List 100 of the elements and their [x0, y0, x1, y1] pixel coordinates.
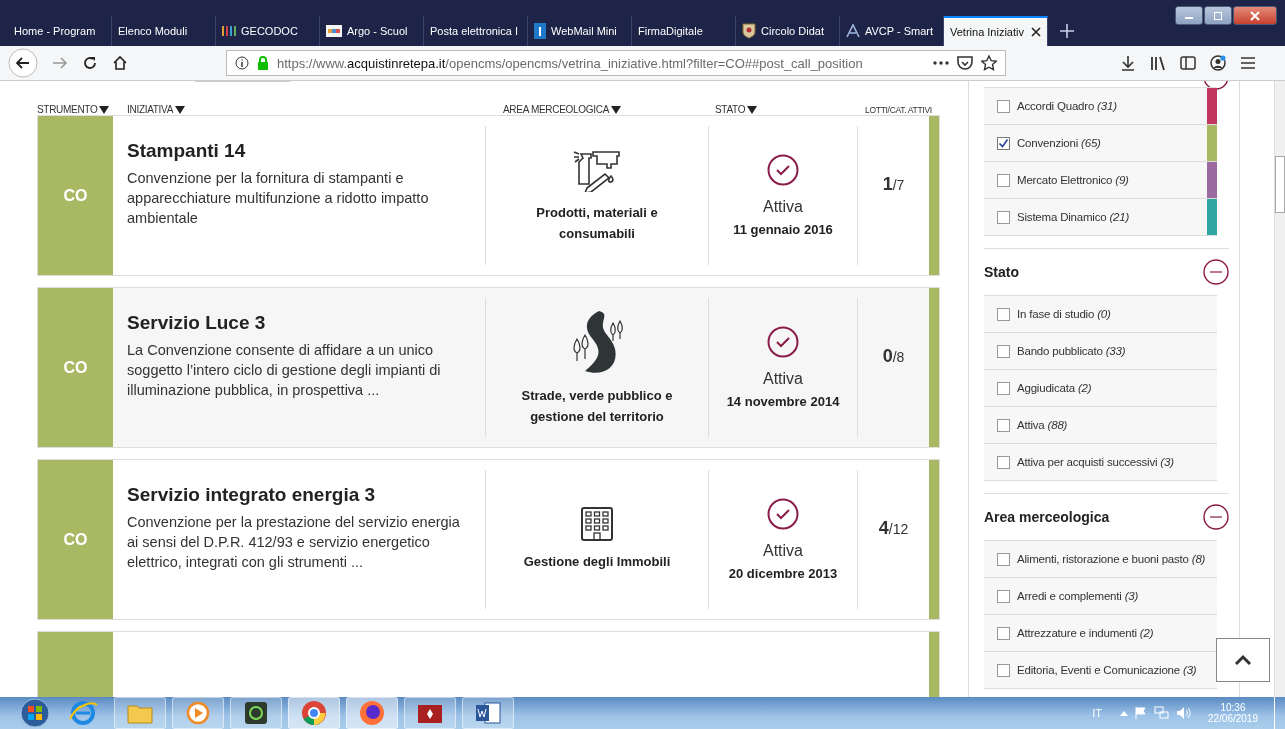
- checkbox[interactable]: [997, 455, 1010, 469]
- column-header[interactable]: STRUMENTO: [37, 104, 127, 115]
- status-label: Attiva: [763, 370, 803, 388]
- collapse-icon[interactable]: [1203, 259, 1229, 285]
- checkbox[interactable]: [997, 99, 1010, 113]
- back-to-top-button[interactable]: [1216, 638, 1270, 682]
- checkbox[interactable]: [997, 210, 1010, 224]
- download-icon[interactable]: [1120, 55, 1136, 71]
- filter-label: Convenzioni (65): [1017, 136, 1102, 151]
- forward-icon[interactable]: [52, 56, 68, 70]
- status-date: 20 dicembre 2013: [728, 566, 838, 581]
- url-text: https://www.acquistinretepa.it/opencms/opencms/vetrina_iniziative.html?filter=CO##post_call_position: [277, 55, 863, 71]
- sort-arrow-icon[interactable]: [611, 105, 622, 114]
- folder-icon: [127, 702, 153, 724]
- filter-option[interactable]: Aggiudicata (2): [984, 369, 1217, 406]
- checkbox[interactable]: [997, 626, 1010, 640]
- initiative-description: Convenzione per la prestazione del servizio energia ai sensi del D.P.R. 412/93 e servizio energetico elettrico, integrati con gli strumenti ...: [127, 513, 461, 572]
- sort-arrow-icon[interactable]: [175, 105, 186, 114]
- filter-option[interactable]: Editoria, Eventi e Comunicazione (3): [984, 651, 1217, 689]
- round-browser-icon: [301, 700, 327, 726]
- category-name: Gestione degli Immobili: [522, 553, 672, 571]
- initiative-title[interactable]: Servizio Luce 3: [127, 312, 467, 334]
- filter-option[interactable]: Convenzioni (65): [984, 124, 1217, 161]
- filter-option[interactable]: In fase di studio (0): [984, 295, 1217, 332]
- start-button-icon[interactable]: [18, 698, 52, 728]
- account-icon[interactable]: [1210, 55, 1226, 71]
- speaker-icon[interactable]: [1175, 706, 1192, 720]
- reload-icon[interactable]: [82, 55, 98, 71]
- checkbox[interactable]: [997, 173, 1010, 187]
- filter-option[interactable]: Sistema Dinamico (21): [984, 198, 1217, 236]
- checkbox[interactable]: [997, 307, 1010, 321]
- filter-label: Aggiudicata (2): [1017, 381, 1093, 396]
- back-icon[interactable]: [8, 48, 38, 78]
- taskbar-button[interactable]: [230, 697, 282, 729]
- checkbox[interactable]: [997, 381, 1010, 395]
- filter-option[interactable]: Alimenti, ristorazione e buoni pasto (8): [984, 540, 1217, 577]
- sort-arrow-icon[interactable]: [99, 105, 110, 114]
- filter-section-title: Area merceologica: [984, 509, 1110, 525]
- column-header[interactable]: INIZIATIVA: [127, 104, 503, 115]
- initiative-description: Convenzione per la fornitura di stampanti e apparecchiature multifunzione a ridotto impatto ambientale: [127, 169, 430, 228]
- checkbox[interactable]: [997, 589, 1010, 603]
- taskbar-button[interactable]: [346, 697, 398, 729]
- flag-icon[interactable]: [1133, 706, 1148, 720]
- address-bar[interactable]: https://www.acquistinretepa.it/opencms/opencms/vetrina_iniziative.html?filter=CO##post_call_position: [226, 50, 1006, 76]
- menu-icon[interactable]: [1240, 56, 1256, 70]
- initiative-card[interactable]: [37, 287, 940, 448]
- check-circle-icon: [767, 498, 799, 530]
- sidebar-icon[interactable]: [1180, 56, 1196, 70]
- active-lots-count: 4/12: [877, 517, 910, 540]
- taskbar-button[interactable]: [462, 697, 514, 729]
- lock-icon: [257, 56, 269, 70]
- status-label: Attiva: [763, 542, 803, 560]
- filter-label: Sistema Dinamico (21): [1017, 210, 1131, 225]
- column-header[interactable]: AREA MERCEOLOGICA: [503, 104, 715, 115]
- checkbox[interactable]: [997, 418, 1010, 432]
- checkbox[interactable]: [997, 344, 1010, 358]
- filter-option[interactable]: Attiva per acquisti successivi (3): [984, 443, 1217, 481]
- filter-label: Attiva (88): [1017, 418, 1069, 433]
- star-icon[interactable]: [981, 55, 997, 71]
- filter-label: Editoria, Eventi e Comunicazione (3): [1017, 663, 1198, 678]
- collapse-icon[interactable]: [1203, 504, 1229, 530]
- maximize-icon: [1213, 10, 1223, 21]
- checkbox[interactable]: [997, 136, 1010, 150]
- building-icon: [581, 507, 613, 541]
- initiative-title[interactable]: Stampanti 14: [127, 140, 467, 162]
- minimize-button[interactable]: [1175, 6, 1203, 25]
- filter-label: Attiva per acquisti successivi (3): [1017, 455, 1175, 470]
- filter-option[interactable]: Accordi Quadro (31): [984, 87, 1217, 124]
- status-label: Attiva: [763, 198, 803, 216]
- initiative-title[interactable]: Servizio integrato energia 3: [127, 484, 467, 506]
- filter-option[interactable]: Attiva (88): [984, 406, 1217, 443]
- filter-label: Arredi e complementi (3): [1017, 589, 1140, 604]
- maximize-button[interactable]: [1204, 6, 1232, 25]
- taskbar-button[interactable]: [404, 697, 456, 729]
- library-icon[interactable]: [1150, 55, 1166, 71]
- play-icon: [186, 701, 210, 725]
- browser-tab[interactable]: Vetrina Iniziativ: [944, 16, 1048, 46]
- checkbox[interactable]: [997, 552, 1010, 566]
- active-lots-count: 0/8: [881, 345, 906, 368]
- filter-option[interactable]: Arredi e complementi (3): [984, 577, 1217, 614]
- info-icon[interactable]: [235, 56, 249, 70]
- home-icon[interactable]: [112, 55, 128, 71]
- filter-label: Attrezzature e indumenti (2): [1017, 626, 1155, 641]
- sort-arrow-icon[interactable]: [747, 105, 758, 114]
- filter-option[interactable]: Attrezzature e indumenti (2): [984, 614, 1217, 651]
- close-window-button[interactable]: [1233, 6, 1277, 25]
- initiative-card[interactable]: CO Stampanti 14 Convenzione per la fornitura di stampanti e apparecchiature multifunzione a ridotto impatto ambientale Prodotti, materiali e consumabili Attiva 11 gennaio 2016 1/7: [37, 115, 940, 276]
- more-icon[interactable]: [933, 61, 949, 65]
- category-name: Prodotti, materiali e consumabili: [535, 203, 659, 243]
- close-icon[interactable]: [1031, 27, 1041, 37]
- scrollbar[interactable]: [1274, 81, 1285, 697]
- checkbox[interactable]: [997, 663, 1010, 677]
- new-tab-icon[interactable]: [1060, 24, 1074, 38]
- pocket-icon[interactable]: [957, 55, 973, 71]
- instrument-badge: CO: [38, 116, 113, 275]
- column-header[interactable]: STATO: [715, 104, 865, 115]
- road-and-trees-icon: [571, 308, 623, 375]
- filter-option[interactable]: Mercato Elettronico (9): [984, 161, 1217, 198]
- filter-option[interactable]: Bando pubblicato (33): [984, 332, 1217, 369]
- initiative-card[interactable]: [37, 459, 940, 620]
